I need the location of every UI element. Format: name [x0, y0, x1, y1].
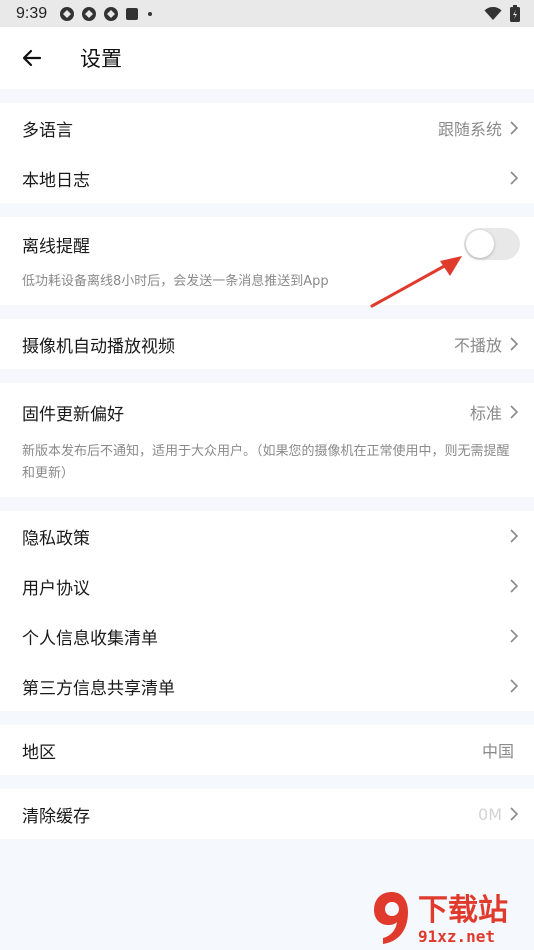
- offline-reminder-toggle[interactable]: [464, 228, 520, 260]
- autoplay-value: 不播放: [453, 336, 502, 355]
- chevron-right-icon: [508, 121, 520, 135]
- chevron-right-icon: [508, 579, 520, 593]
- firmware-row[interactable]: 固件更新偏好 标准: [0, 383, 534, 441]
- clear-cache-row[interactable]: 清除缓存 0M: [0, 789, 534, 839]
- autoplay-row[interactable]: 摄像机自动播放视频 不播放: [0, 319, 534, 369]
- chevron-right-icon: [508, 171, 520, 185]
- privacy-policy-row[interactable]: 隐私政策: [0, 511, 534, 561]
- settings-group-autoplay: 摄像机自动播放视频 不播放: [0, 319, 534, 369]
- app-notification-icon: [104, 6, 119, 21]
- language-label: 多语言: [22, 120, 73, 141]
- status-bar: 9:39: [0, 0, 534, 27]
- firmware-desc: 新版本发布后不通知，适用于大众用户。（如果您的摄像机在正常使用中，则无需提醒和更…: [22, 444, 510, 481]
- app-bar: 设置: [0, 27, 534, 89]
- notification-icons: [59, 6, 155, 22]
- arrow-left-icon: [22, 49, 42, 67]
- settings-group-legal: 隐私政策 用户协议 个人信息收集清单 第三方信息共享清单: [0, 511, 534, 711]
- chevron-right-icon: [508, 629, 520, 643]
- page-title: 设置: [80, 47, 122, 71]
- settings-group-general: 多语言 跟随系统 本地日志: [0, 103, 534, 203]
- toggle-knob: [466, 230, 494, 258]
- settings-group-firmware: 固件更新偏好 标准 新版本发布后不通知，适用于大众用户。（如果您的摄像机在正常使…: [0, 383, 534, 497]
- region-value: 中国: [481, 742, 514, 761]
- chevron-right-icon: [508, 679, 520, 693]
- personal-info-list-row[interactable]: 个人信息收集清单: [0, 611, 534, 661]
- watermark: 下载站 91xz.net: [370, 884, 530, 946]
- language-value: 跟随系统: [437, 120, 502, 139]
- privacy-policy-label: 隐私政策: [22, 528, 90, 549]
- status-time: 9:39: [16, 4, 48, 22]
- settings-group-region: 地区 中国: [0, 725, 534, 775]
- clear-cache-label: 清除缓存: [22, 806, 90, 827]
- third-party-sharing-label: 第三方信息共享清单: [22, 678, 175, 699]
- watermark-title: 下载站: [418, 893, 508, 928]
- offline-reminder-label: 离线提醒: [22, 236, 90, 257]
- settings-group-cache: 清除缓存 0M: [0, 789, 534, 839]
- chevron-right-icon: [508, 405, 520, 419]
- personal-info-list-label: 个人信息收集清单: [22, 628, 158, 649]
- language-row[interactable]: 多语言 跟随系统: [0, 103, 534, 153]
- dot-icon: [148, 11, 153, 16]
- user-agreement-label: 用户协议: [22, 578, 90, 599]
- region-row[interactable]: 地区 中国: [0, 725, 534, 775]
- offline-reminder-desc: 低功耗设备离线8小时后，会发送一条消息推送到App: [22, 274, 329, 289]
- battery-icon: [510, 5, 520, 22]
- wifi-icon: [484, 6, 502, 20]
- app-notification-icon: [60, 6, 75, 21]
- chevron-right-icon: [508, 337, 520, 351]
- cache-size-value: 0M: [478, 804, 502, 824]
- firmware-label: 固件更新偏好: [22, 404, 124, 425]
- autoplay-label: 摄像机自动播放视频: [22, 336, 175, 357]
- offline-reminder-row: 离线提醒: [0, 217, 534, 271]
- region-label: 地区: [22, 742, 56, 763]
- user-agreement-row[interactable]: 用户协议: [0, 561, 534, 611]
- local-log-label: 本地日志: [22, 170, 90, 191]
- app-notification-icon: [82, 6, 97, 21]
- watermark-url: 91xz.net: [418, 927, 496, 946]
- settings-group-offline: 离线提醒 低功耗设备离线8小时后，会发送一条消息推送到App: [0, 217, 534, 305]
- firmware-value: 标准: [469, 404, 502, 423]
- chevron-right-icon: [508, 529, 520, 543]
- watermark-logo-icon: [374, 892, 408, 944]
- square-notification-icon: [126, 7, 139, 20]
- third-party-sharing-row[interactable]: 第三方信息共享清单: [0, 661, 534, 711]
- local-log-row[interactable]: 本地日志: [0, 153, 534, 203]
- chevron-right-icon: [508, 807, 520, 821]
- back-button[interactable]: [18, 44, 46, 72]
